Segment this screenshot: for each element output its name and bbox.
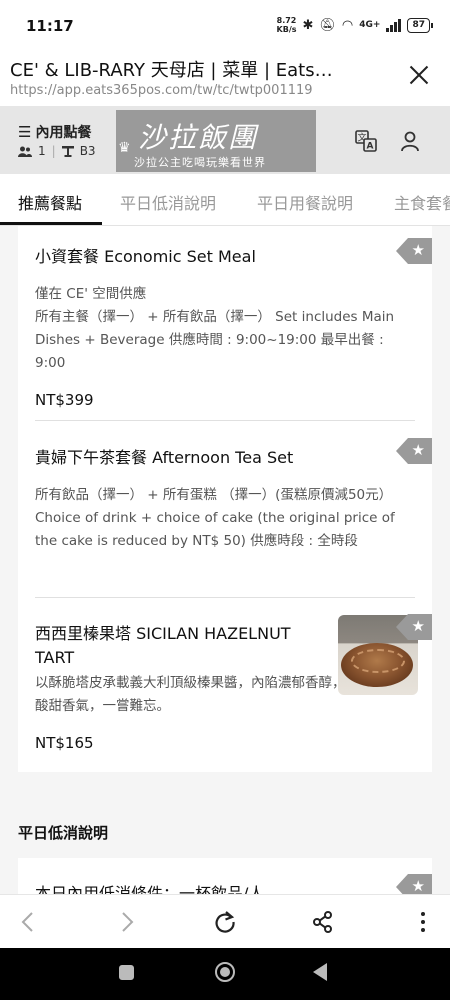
network-speed: 8.72 KB/s — [277, 16, 297, 34]
item-description: 僅在 CE' 空間供應 所有主餐（擇一） + 所有飲品（擇一） Set incl… — [35, 286, 395, 371]
item-divider — [35, 420, 415, 421]
guest-count: 1 — [38, 144, 46, 158]
crown-icon: ♛ — [118, 140, 131, 156]
active-tab-indicator — [0, 222, 102, 225]
browser-url-bar: CE' & LIB-RARY 天母店 | 菜單 | Eats… https://… — [0, 52, 450, 106]
svg-text:A: A — [367, 142, 374, 152]
tab-main-set[interactable]: 主食套餐 — [394, 190, 450, 214]
menu-content[interactable]: 小資套餐 Economic Set Meal 僅在 CE' 空間供應 所有主餐（… — [0, 226, 450, 894]
item-divider — [35, 597, 415, 598]
tab-recommended[interactable]: 推薦餐點 — [18, 190, 82, 214]
status-bar: 11:17 8.72 KB/s ✱ 🔕︎ ◠ 4G+ 87 — [0, 0, 450, 52]
table-icon — [61, 146, 74, 157]
tab-weekday-minimum[interactable]: 平日低消說明 — [120, 190, 216, 214]
wifi-icon: ◠ — [341, 17, 354, 33]
share-icon[interactable] — [310, 909, 336, 935]
section-heading: 平日低消說明 — [18, 824, 109, 842]
user-icon[interactable] — [399, 130, 421, 152]
tab-weekday-dining[interactable]: 平日用餐說明 — [257, 190, 353, 214]
menu-item[interactable]: 貴婦下午茶套餐 Afternoon Tea Set 所有飲品（擇一） + 所有蛋… — [35, 446, 415, 553]
network-type: 4G+ — [359, 20, 381, 30]
minimum-spend-card: 本日內用低消條件：一杯飲品/人 ★ — [18, 858, 432, 894]
page-url[interactable]: https://app.eats365pos.com/tw/tc/twtp001… — [10, 83, 313, 98]
item-name: 本日內用低消條件：一杯飲品/人 — [35, 884, 265, 894]
star-icon: ★ — [411, 241, 425, 259]
app-header: ☰ 內用點餐 1 | B3 ♛ 沙拉飯團 沙拉公主吃喝玩樂看世界 文 A — [0, 106, 450, 174]
item-name: 小資套餐 Economic Set Meal — [35, 247, 256, 266]
forward-icon[interactable] — [113, 909, 139, 935]
system-navigation-bar — [0, 948, 450, 1000]
close-icon[interactable] — [408, 64, 430, 86]
mute-icon: 🔕︎ — [319, 17, 336, 33]
favorite-tag[interactable]: ★ — [396, 874, 432, 894]
reload-icon[interactable] — [212, 909, 238, 935]
status-icons: 8.72 KB/s ✱ 🔕︎ ◠ 4G+ 87 — [277, 16, 433, 34]
menu-item[interactable]: 本日內用低消條件：一杯飲品/人 — [35, 882, 415, 894]
category-tabs: 推薦餐點 平日低消說明 平日用餐說明 主食套餐 — [0, 174, 450, 226]
divider-bar: | — [51, 144, 56, 158]
table-number: B3 — [79, 144, 96, 158]
item-name: 貴婦下午茶套餐 Afternoon Tea Set — [35, 448, 294, 467]
clock: 11:17 — [26, 17, 74, 35]
bluetooth-icon: ✱ — [302, 17, 314, 33]
battery-indicator: 87 — [407, 17, 433, 33]
browser-toolbar — [0, 894, 450, 948]
item-name: 西西里榛果塔 SICILAN HAZELNUT TART — [35, 624, 291, 667]
system-back-icon[interactable] — [313, 963, 327, 981]
logo-sub-text: 沙拉公主吃喝玩樂看世界 — [134, 156, 266, 169]
restaurant-logo: ♛ 沙拉飯團 沙拉公主吃喝玩樂看世界 — [116, 110, 316, 172]
page-title: CE' & LIB-RARY 天母店 | 菜單 | Eats… — [10, 60, 333, 81]
logo-main-text: 沙拉飯團 — [138, 121, 259, 154]
guests-icon — [18, 146, 32, 157]
star-icon: ★ — [411, 441, 425, 459]
tart-image — [341, 643, 413, 687]
item-price: NT$399 — [35, 391, 94, 409]
star-icon: ★ — [411, 877, 425, 894]
more-options-icon[interactable] — [410, 909, 436, 935]
back-icon[interactable] — [16, 909, 42, 935]
menu-item[interactable]: 西西里榛果塔 SICILAN HAZELNUT TART — [35, 622, 315, 670]
language-icon[interactable]: 文 A — [355, 130, 377, 152]
menu-item[interactable]: 小資套餐 Economic Set Meal 僅在 CE' 空間供應 所有主餐（… — [35, 245, 415, 409]
recents-icon[interactable] — [119, 965, 134, 980]
signal-icon — [386, 18, 402, 32]
item-price: NT$165 — [35, 734, 94, 752]
speed-value: 8.72 — [276, 16, 297, 25]
dine-in-label: 內用點餐 — [35, 125, 92, 141]
recommended-card: 小資套餐 Economic Set Meal 僅在 CE' 空間供應 所有主餐（… — [18, 226, 432, 772]
speed-unit: KB/s — [276, 25, 297, 34]
dine-in-menu-button[interactable]: ☰ 內用點餐 — [18, 122, 91, 142]
hamburger-icon: ☰ — [18, 123, 32, 141]
home-icon[interactable] — [215, 962, 235, 982]
star-icon: ★ — [411, 617, 425, 635]
item-description: 所有飲品（擇一） + 所有蛋糕 （擇一）(蛋糕原價減50元） Choice of… — [35, 487, 395, 549]
order-meta: 1 | B3 — [18, 144, 96, 158]
